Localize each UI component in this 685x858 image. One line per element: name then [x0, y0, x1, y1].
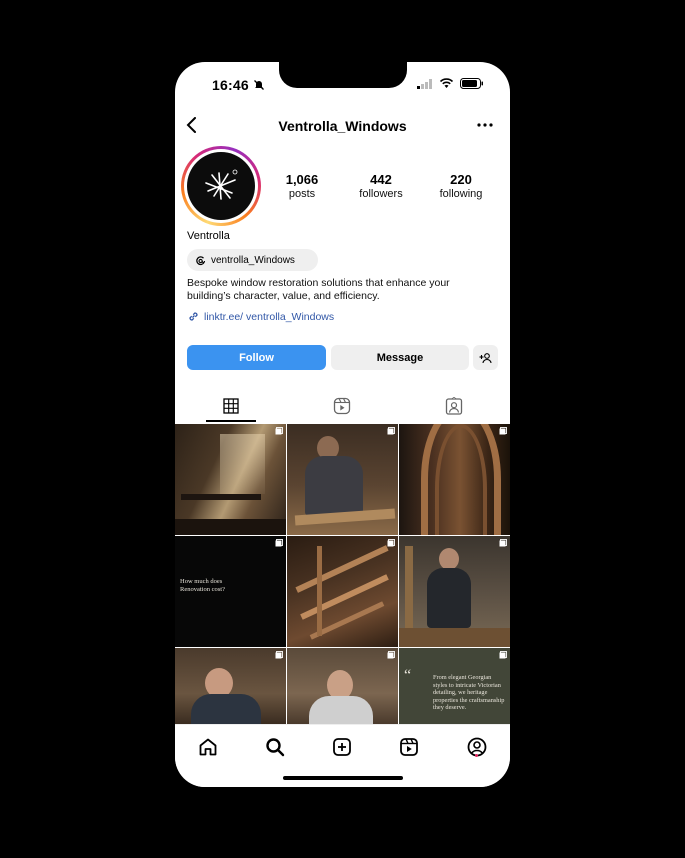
- tab-reels[interactable]: [327, 392, 357, 420]
- posts-label: posts: [288, 188, 316, 200]
- profile-tabs: [175, 392, 510, 422]
- post-thumbnail[interactable]: [175, 648, 286, 724]
- notification-dot: [475, 754, 478, 757]
- profile-username: Ventrolla_Windows: [278, 118, 407, 134]
- posts-stat[interactable]: 1,066 posts: [267, 172, 337, 200]
- profile-link-text: linktr.ee/ ventrolla_Windows: [204, 310, 335, 323]
- link-icon: [189, 312, 198, 321]
- carousel-icon: [387, 427, 395, 435]
- post-thumbnail[interactable]: [175, 424, 286, 535]
- grid-icon: [223, 398, 239, 414]
- silent-bell-icon: [254, 80, 264, 90]
- post-thumbnail[interactable]: [287, 648, 398, 724]
- post-caption-text: From elegant Georgian styles to intricat…: [433, 674, 505, 712]
- suggested-users-button[interactable]: [473, 345, 498, 370]
- post-thumbnail[interactable]: [399, 536, 510, 647]
- carousel-icon: [499, 651, 507, 659]
- nav-create[interactable]: [330, 735, 354, 759]
- camera-notch: [279, 62, 407, 88]
- nav-reels[interactable]: [397, 735, 421, 759]
- following-stat[interactable]: 220 following: [426, 172, 496, 200]
- status-indicators: [417, 78, 484, 89]
- threads-badge[interactable]: ventrolla_Windows: [187, 249, 318, 271]
- home-indicator: [283, 776, 403, 780]
- add-user-icon: [479, 352, 492, 363]
- follow-button[interactable]: Follow: [187, 345, 326, 370]
- carousel-icon: [499, 539, 507, 547]
- carousel-icon: [275, 427, 283, 435]
- post-thumbnail[interactable]: [399, 424, 510, 535]
- wifi-icon: [439, 78, 454, 88]
- posts-count: 1,066: [285, 172, 319, 187]
- carousel-icon: [275, 539, 283, 547]
- nav-home[interactable]: [196, 735, 220, 759]
- reels-icon: [400, 738, 418, 756]
- profile-bio: Bespoke window restoration solutions tha…: [187, 277, 450, 302]
- post-thumbnail[interactable]: [287, 536, 398, 647]
- carousel-icon: [275, 651, 283, 659]
- threads-handle: ventrolla_Windows: [211, 254, 295, 266]
- post-thumbnail[interactable]: How much does Renovation cost?: [175, 536, 286, 647]
- followers-stat[interactable]: 442 followers: [346, 172, 416, 200]
- more-icon: [477, 123, 493, 127]
- post-thumbnail[interactable]: “ From elegant Georgian styles to intric…: [399, 648, 510, 724]
- avatar: [187, 152, 255, 220]
- carousel-icon: [387, 539, 395, 547]
- following-count: 220: [450, 172, 472, 187]
- message-button[interactable]: Message: [331, 345, 469, 370]
- create-post-icon: [333, 738, 351, 756]
- ventrolla-logo-icon: [205, 169, 238, 200]
- search-icon: [266, 738, 285, 757]
- tagged-icon: [445, 397, 463, 415]
- battery-icon: [460, 78, 483, 89]
- tab-tagged[interactable]: [439, 392, 469, 420]
- post-caption-text: How much does Renovation cost?: [180, 578, 225, 593]
- quote-mark: “: [404, 667, 412, 684]
- more-options-button[interactable]: [472, 115, 498, 135]
- avatar-story-ring[interactable]: [181, 146, 261, 226]
- display-name: Ventrolla: [187, 230, 230, 242]
- nav-search[interactable]: [263, 735, 287, 759]
- followers-label: followers: [359, 188, 403, 200]
- active-tab-indicator: [206, 420, 256, 422]
- status-time: 16:46: [212, 77, 249, 93]
- phone-screen: 16:46 Ventrolla_Windows 1,066 posts 442 …: [175, 62, 510, 787]
- reels-icon: [333, 397, 351, 415]
- post-grid: How much does Renovation cost? “ From el…: [175, 424, 510, 724]
- threads-icon: [196, 255, 206, 265]
- followers-count: 442: [370, 172, 392, 187]
- following-label: following: [439, 188, 483, 200]
- post-thumbnail[interactable]: [287, 424, 398, 535]
- cellular-signal-icon: [417, 78, 432, 89]
- carousel-icon: [499, 427, 507, 435]
- tab-grid[interactable]: [216, 392, 246, 420]
- carousel-icon: [387, 651, 395, 659]
- profile-link[interactable]: linktr.ee/ ventrolla_Windows: [187, 310, 334, 323]
- home-icon: [199, 738, 217, 756]
